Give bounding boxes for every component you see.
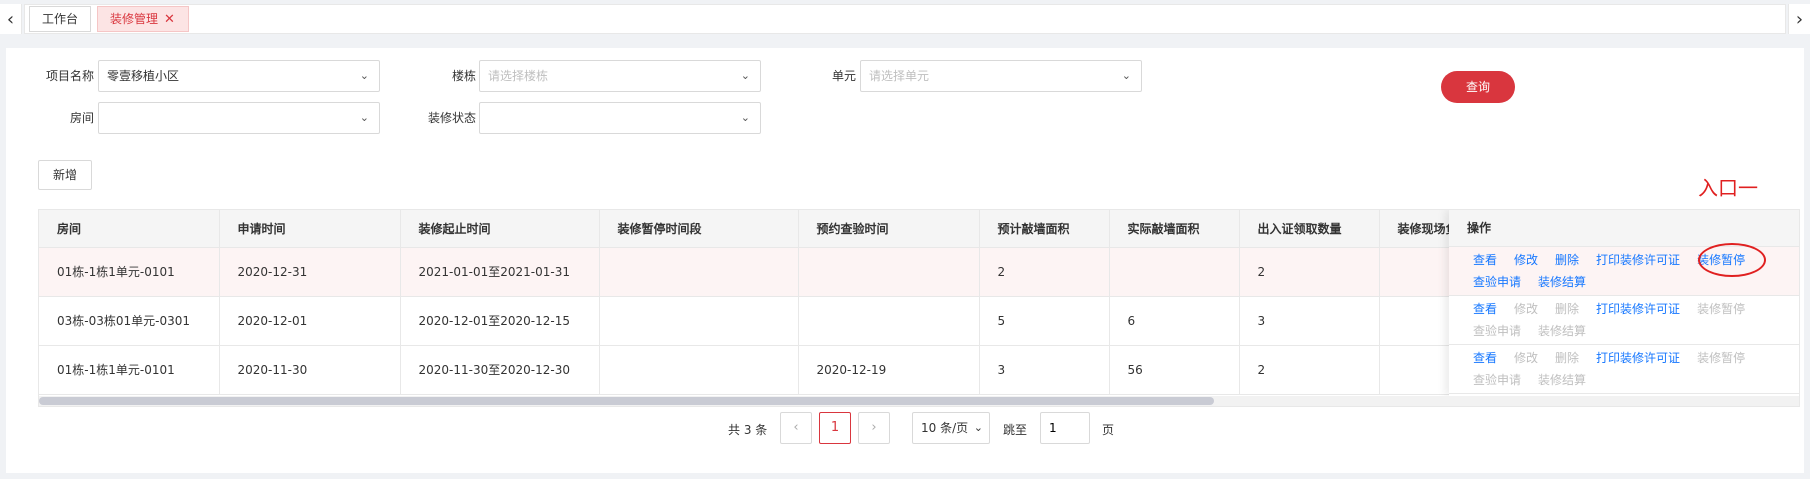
room-select[interactable]: ⌄ bbox=[98, 102, 380, 134]
main-panel: 项目名称 零壹移植小区 ⌄ 楼栋 请选择楼栋 ⌄ 单元 请选择单元 ⌄ 查询 房… bbox=[6, 48, 1804, 473]
chevron-down-icon: ⌄ bbox=[359, 111, 369, 124]
col-pass-count: 出入证领取数量 bbox=[1239, 210, 1380, 248]
page-size-select[interactable]: 10 条/页 ⌄ bbox=[912, 412, 990, 444]
print-permit-link[interactable]: 打印装修许可证 bbox=[1596, 298, 1680, 320]
edit-link: 修改 bbox=[1514, 351, 1539, 365]
inspect-apply-link: 查验申请 bbox=[1473, 373, 1522, 387]
pause-link: 装修暂停 bbox=[1697, 351, 1746, 365]
col-inspect-time: 预约查验时间 bbox=[798, 210, 980, 248]
view-link[interactable]: 查看 bbox=[1473, 298, 1497, 320]
building-label: 楼栋 bbox=[451, 69, 476, 83]
chevron-down-icon: ⌄ bbox=[1121, 69, 1131, 82]
unit-label: 单元 bbox=[831, 69, 856, 83]
close-icon[interactable]: ✕ bbox=[164, 12, 175, 27]
settle-link[interactable]: 装修结算 bbox=[1538, 271, 1586, 293]
project-label: 项目名称 bbox=[45, 69, 94, 83]
col-period: 装修起止时间 bbox=[400, 210, 600, 248]
page-unit-label: 页 bbox=[1102, 423, 1115, 437]
col-planned-area: 预计敲墙面积 bbox=[979, 210, 1110, 248]
pause-link: 装修暂停 bbox=[1697, 302, 1746, 316]
prev-page-button[interactable]: ‹ bbox=[780, 412, 812, 444]
settle-link: 装修结算 bbox=[1538, 373, 1587, 387]
building-select[interactable]: 请选择楼栋 ⌄ bbox=[479, 60, 761, 92]
delete-link[interactable]: 删除 bbox=[1555, 249, 1579, 271]
horizontal-scrollbar[interactable] bbox=[39, 396, 1799, 406]
table-row[interactable]: 01栋-1栋1单元-0101 2020-12-31 2021-01-01至202… bbox=[39, 247, 1560, 297]
ops-row: 查看 修改 删除 打印装修许可证 装修暂停 查验申请 装修结算 bbox=[1449, 345, 1799, 394]
table-row[interactable]: 01栋-1栋1单元-0101 2020-11-30 2020-11-30至202… bbox=[39, 345, 1560, 395]
chevron-down-icon: ⌄ bbox=[740, 111, 750, 124]
pagination-total: 共 3 条 bbox=[728, 423, 768, 437]
unit-select[interactable]: 请选择单元 ⌄ bbox=[860, 60, 1142, 92]
tab-workbench[interactable]: 工作台 bbox=[29, 6, 91, 32]
settle-link: 装修结算 bbox=[1538, 324, 1587, 338]
table-header-row: 房间 申请时间 装修起止时间 装修暂停时间段 预约查验时间 预计敲墙面积 实际敲… bbox=[39, 210, 1560, 248]
col-actual-area: 实际敲墙面积 bbox=[1109, 210, 1240, 248]
col-ops: 操作 bbox=[1449, 210, 1799, 247]
inspect-apply-link[interactable]: 查验申请 bbox=[1473, 271, 1521, 293]
query-button[interactable]: 查询 bbox=[1441, 71, 1515, 103]
ops-column: 操作 查看 修改 删除 打印装修许可证 装修暂停 查验申请 装修结算 查看 修改 删除 打印装修… bbox=[1449, 210, 1799, 396]
table-grid: 房间 申请时间 装修起止时间 装修暂停时间段 预约查验时间 预计敲墙面积 实际敲… bbox=[39, 210, 1560, 395]
delete-link: 删除 bbox=[1555, 302, 1580, 316]
edit-link[interactable]: 修改 bbox=[1514, 249, 1538, 271]
jump-page-input[interactable] bbox=[1040, 412, 1090, 444]
inspect-apply-link: 查验申请 bbox=[1473, 324, 1522, 338]
page-1-button[interactable]: 1 bbox=[819, 412, 851, 444]
room-label: 房间 bbox=[69, 111, 94, 125]
print-permit-link[interactable]: 打印装修许可证 bbox=[1596, 347, 1680, 369]
chevron-left-icon[interactable]: ‹ bbox=[0, 4, 22, 34]
col-apply-time: 申请时间 bbox=[219, 210, 401, 248]
scrollbar-thumb[interactable] bbox=[39, 397, 1214, 405]
tab-strip: 工作台 装修管理 ✕ bbox=[24, 4, 1786, 34]
tab-bar: ‹ 工作台 装修管理 ✕ › bbox=[0, 0, 1810, 38]
ops-row: 查看 修改 删除 打印装修许可证 装修暂停 查验申请 装修结算 bbox=[1449, 296, 1799, 345]
chevron-right-icon[interactable]: › bbox=[1788, 4, 1810, 34]
add-button[interactable]: 新增 bbox=[38, 160, 92, 190]
status-select[interactable]: ⌄ bbox=[479, 102, 761, 134]
data-table: 房间 申请时间 装修起止时间 装修暂停时间段 预约查验时间 预计敲墙面积 实际敲… bbox=[38, 209, 1800, 407]
col-room: 房间 bbox=[39, 210, 220, 248]
jump-label: 跳至 bbox=[1003, 423, 1028, 437]
chevron-down-icon: ⌄ bbox=[973, 421, 983, 434]
print-permit-link[interactable]: 打印装修许可证 bbox=[1596, 249, 1680, 271]
next-page-button[interactable]: › bbox=[858, 412, 890, 444]
chevron-down-icon: ⌄ bbox=[359, 69, 369, 82]
chevron-down-icon: ⌄ bbox=[740, 69, 750, 82]
project-select[interactable]: 零壹移植小区 ⌄ bbox=[98, 60, 380, 92]
col-pause-period: 装修暂停时间段 bbox=[599, 210, 799, 248]
ops-row: 查看 修改 删除 打印装修许可证 装修暂停 查验申请 装修结算 bbox=[1449, 247, 1799, 296]
annotation-label: 入口一 bbox=[1698, 176, 1758, 200]
table-row[interactable]: 03栋-03栋01单元-0301 2020-12-01 2020-12-01至2… bbox=[39, 296, 1560, 346]
status-label: 装修状态 bbox=[427, 111, 476, 125]
delete-link: 删除 bbox=[1555, 351, 1580, 365]
edit-link: 修改 bbox=[1514, 302, 1539, 316]
view-link[interactable]: 查看 bbox=[1473, 249, 1497, 271]
tab-renovation[interactable]: 装修管理 ✕ bbox=[97, 6, 189, 32]
view-link[interactable]: 查看 bbox=[1473, 347, 1497, 369]
pause-link[interactable]: 装修暂停 bbox=[1697, 249, 1745, 271]
